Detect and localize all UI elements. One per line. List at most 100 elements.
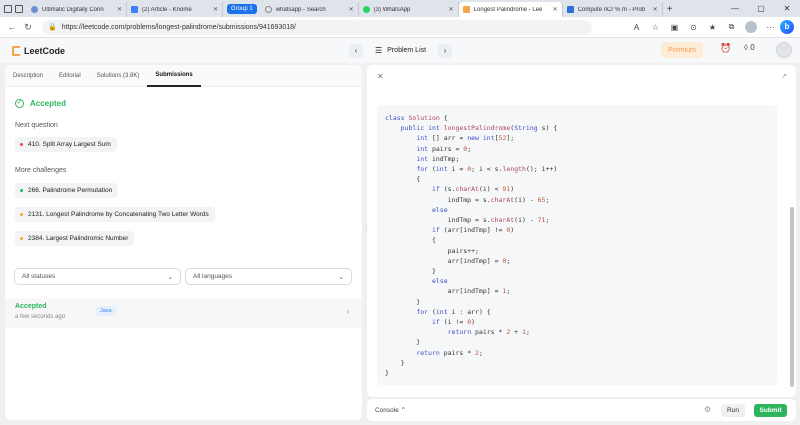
submission-time: a few seconds ago bbox=[15, 314, 66, 320]
tab-title: Ultimatic Digitally Conn bbox=[42, 6, 104, 13]
tab-favicon bbox=[462, 6, 470, 13]
close-tab-icon[interactable]: ✕ bbox=[213, 6, 218, 13]
favorites-bar-icon[interactable]: ★ bbox=[703, 23, 722, 32]
maximize-icon[interactable]: ▢ bbox=[748, 4, 774, 13]
more-challenges-label: More challenges bbox=[15, 167, 67, 174]
problem-list-button[interactable]: ☰ Problem List bbox=[369, 46, 432, 55]
submissions-panel: Description Editorial Solutions (3.8K) S… bbox=[5, 65, 362, 420]
tab-actions[interactable] bbox=[0, 0, 27, 17]
browser-tab[interactable]: (3) WhatsApp ✕ bbox=[359, 2, 459, 17]
profile-avatar[interactable] bbox=[745, 21, 757, 33]
browser-tab-active[interactable]: Longest Palindrome - Lee ✕ bbox=[458, 2, 563, 17]
difficulty-dot bbox=[20, 213, 23, 216]
submission-status: Accepted bbox=[15, 303, 47, 310]
status-filter-select[interactable]: All statuses ⌄ bbox=[14, 268, 181, 285]
tab-favicon bbox=[362, 6, 370, 13]
submission-row[interactable]: Accepted a few seconds ago Java › bbox=[5, 298, 362, 328]
panel-tabs: Description Editorial Solutions (3.8K) S… bbox=[5, 65, 362, 87]
list-icon: ☰ bbox=[375, 46, 383, 55]
browser-essentials-icon[interactable]: ⊙ bbox=[684, 23, 703, 32]
tab-favicon bbox=[131, 6, 138, 13]
close-window-icon[interactable]: ✕ bbox=[774, 4, 800, 13]
new-tab-button[interactable]: + bbox=[663, 2, 677, 17]
close-tab-icon[interactable]: ✕ bbox=[653, 6, 658, 13]
gear-icon[interactable]: ⚙ bbox=[704, 405, 711, 414]
bing-copilot-icon[interactable]: b bbox=[780, 20, 794, 34]
browser-tab[interactable]: (2) Article - Knome ✕ bbox=[127, 2, 223, 17]
browser-tab[interactable]: Ultimatic Digitally Conn ✕ bbox=[27, 2, 127, 17]
tab-title: Compute nCr % m - Prob bbox=[577, 6, 646, 13]
submit-button[interactable]: Submit bbox=[754, 404, 787, 417]
challenge-link[interactable]: 266. Palindrome Permutation bbox=[15, 183, 119, 198]
difficulty-dot bbox=[20, 143, 23, 146]
url-field[interactable]: 🔒 https://leetcode.com/problems/longest-… bbox=[42, 19, 592, 35]
next-question-label: Next question bbox=[15, 122, 58, 129]
status-filter-value: All statuses bbox=[22, 273, 56, 280]
challenge-title: 2384. Largest Palindromic Number bbox=[28, 235, 129, 242]
run-button[interactable]: Run bbox=[721, 404, 745, 417]
tab-solutions[interactable]: Solutions (3.8K) bbox=[89, 65, 148, 87]
status-text: Accepted bbox=[30, 99, 67, 108]
leetcode-logo[interactable]: LeetCode bbox=[12, 45, 66, 56]
timer-icon[interactable]: ⏰ bbox=[720, 43, 731, 54]
user-avatar[interactable] bbox=[776, 42, 792, 58]
tab-favicon bbox=[31, 6, 38, 13]
next-problem-button[interactable]: › bbox=[438, 43, 453, 58]
fire-icon: ◊ bbox=[744, 43, 748, 52]
close-tab-icon[interactable]: ✕ bbox=[349, 6, 354, 13]
close-tab-icon[interactable]: ✕ bbox=[117, 6, 122, 13]
tab-editorial[interactable]: Editorial bbox=[51, 65, 89, 87]
close-icon[interactable]: ✕ bbox=[377, 72, 384, 81]
console-toggle[interactable]: Console ⌃ bbox=[375, 406, 406, 414]
submission-code: class Solution { public int longestPalin… bbox=[385, 114, 558, 378]
tab-description[interactable]: Description bbox=[5, 65, 51, 87]
reload-icon[interactable]: ↻ bbox=[20, 22, 36, 33]
check-circle-icon: ✓ bbox=[15, 99, 24, 108]
extensions-icon[interactable]: ▣ bbox=[665, 23, 684, 32]
panel-resize-handle[interactable]: ⋮ bbox=[363, 225, 370, 237]
more-icon[interactable]: ⋯ bbox=[761, 23, 780, 32]
tab-submissions[interactable]: Submissions bbox=[147, 65, 201, 87]
browser-tab[interactable]: Compute nCr % m - Prob ✕ bbox=[563, 2, 663, 17]
lock-icon[interactable]: 🔒 bbox=[48, 23, 57, 31]
logo-text: LeetCode bbox=[24, 45, 66, 56]
console-label: Console bbox=[375, 407, 399, 414]
premium-button[interactable]: Premium bbox=[661, 42, 703, 58]
challenge-link[interactable]: 2384. Largest Palindromic Number bbox=[15, 231, 135, 246]
open-external-icon[interactable]: ↗ bbox=[781, 72, 787, 80]
browser-toolbar: A ☆ ▣ ⊙ ★ ⧉ ⋯ b bbox=[627, 20, 800, 34]
collections-icon[interactable]: ⧉ bbox=[722, 22, 741, 32]
streak-counter[interactable]: ◊ 0 bbox=[744, 43, 755, 52]
browser-tab[interactable]: whatsapp - Search ✕ bbox=[261, 2, 359, 17]
code-viewer[interactable]: class Solution { public int longestPalin… bbox=[377, 105, 777, 385]
language-filter-select[interactable]: All languages ⌄ bbox=[185, 268, 352, 285]
minimize-icon[interactable]: — bbox=[722, 4, 748, 13]
workspaces-icon[interactable] bbox=[3, 4, 12, 13]
code-panel: ✕ ↗ class Solution { public int longestP… bbox=[367, 65, 796, 397]
tab-title: Longest Palindrome - Lee bbox=[473, 6, 543, 13]
favorite-icon[interactable]: ☆ bbox=[646, 23, 665, 32]
tab-actions-icon[interactable] bbox=[15, 4, 24, 13]
editor-action-bar: Console ⌃ ⚙ Run Submit bbox=[367, 399, 796, 421]
read-aloud-icon[interactable]: A bbox=[627, 23, 646, 32]
address-bar-row: ← ↻ 🔒 https://leetcode.com/problems/long… bbox=[0, 17, 800, 38]
back-icon[interactable]: ← bbox=[4, 22, 20, 32]
window-controls: — ▢ ✕ bbox=[722, 0, 800, 17]
url-text: https://leetcode.com/problems/longest-pa… bbox=[61, 23, 296, 31]
tab-title: (3) WhatsApp bbox=[373, 6, 411, 13]
leetcode-logo-icon bbox=[12, 45, 20, 56]
chevron-right-icon: › bbox=[346, 307, 349, 316]
close-tab-icon[interactable]: ✕ bbox=[553, 6, 558, 13]
code-scrollbar[interactable] bbox=[790, 207, 794, 387]
search-icon bbox=[264, 6, 272, 13]
tab-group-label[interactable]: Group 1 bbox=[227, 4, 257, 14]
leetcode-header: LeetCode ‹ ☰ Problem List › Premium ⏰ ◊ 0 bbox=[0, 38, 800, 63]
difficulty-dot bbox=[20, 237, 23, 240]
close-tab-icon[interactable]: ✕ bbox=[449, 6, 454, 13]
accepted-status: ✓ Accepted bbox=[15, 99, 66, 108]
previous-problem-button[interactable]: ‹ bbox=[349, 43, 363, 58]
challenge-link[interactable]: 2131. Longest Palindrome by Concatenatin… bbox=[15, 207, 215, 222]
problem-list-label: Problem List bbox=[387, 47, 427, 54]
streak-count: 0 bbox=[750, 43, 755, 52]
next-question-link[interactable]: 410. Split Array Largest Sum bbox=[15, 137, 117, 152]
